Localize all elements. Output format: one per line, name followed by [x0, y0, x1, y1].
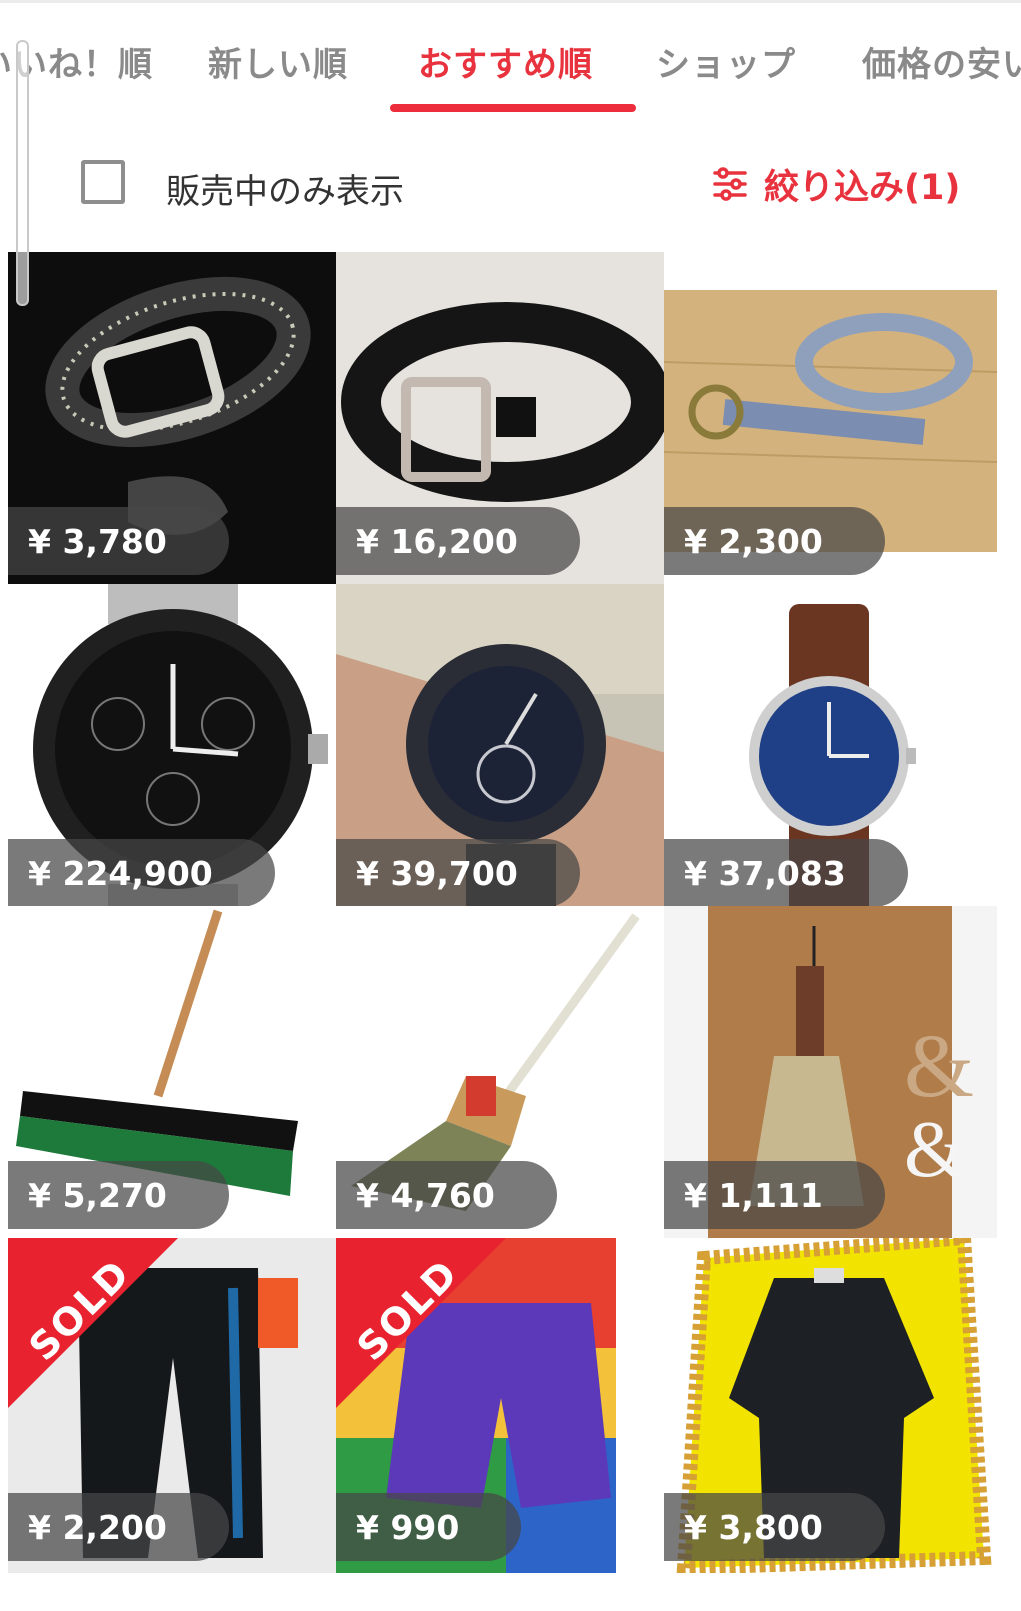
product-grid: ¥ 3,780 ¥ 16,200 ¥ 2,300 ¥ 224,900 ¥ 39,… — [8, 252, 1021, 1611]
price-tag: ¥ 1,111 — [664, 1161, 885, 1229]
sold-ribbon: SOLD — [336, 1238, 506, 1408]
price-tag: ¥ 4,760 — [336, 1161, 557, 1229]
product-card[interactable]: ¥ 224,900 — [8, 584, 341, 919]
tab-recommended[interactable]: おすすめ順 — [418, 37, 593, 85]
product-card[interactable]: SOLD ¥ 990 — [336, 1238, 669, 1573]
product-card[interactable]: SOLD ¥ 2,200 — [8, 1238, 341, 1573]
price-tag: ¥ 3,800 — [664, 1493, 885, 1561]
price-tag: ¥ 2,300 — [664, 507, 885, 575]
refine-label: 絞り込み(1) — [764, 167, 961, 208]
product-card[interactable]: ¥ 16,200 — [336, 252, 669, 587]
product-card[interactable]: ¥ 39,700 — [336, 584, 669, 919]
product-card[interactable]: ¥ 37,083 — [664, 584, 997, 919]
product-card[interactable]: ¥ 5,270 — [8, 906, 341, 1241]
refine-button[interactable]: 絞り込み(1) — [712, 162, 960, 208]
filter-bar: 販売中のみ表示 絞り込み(1) — [0, 114, 1021, 250]
svg-text:&: & — [904, 1017, 974, 1116]
sold-ribbon: SOLD — [8, 1238, 178, 1408]
scrollbar-thumb[interactable] — [16, 40, 29, 306]
price-tag: ¥ 224,900 — [8, 839, 275, 907]
product-card[interactable]: ¥ 3,780 — [8, 252, 341, 587]
price-tag: ¥ 37,083 — [664, 839, 908, 907]
svg-text:&: & — [904, 1106, 966, 1194]
tab-newest[interactable]: 新しい順 — [208, 37, 348, 85]
tab-price-low[interactable]: 価格の安い順 — [862, 37, 1021, 85]
price-tag: ¥ 3,780 — [8, 507, 229, 575]
sort-tab-bar: いいね！順 新しい順 おすすめ順 ショップ 価格の安い順 — [0, 0, 1021, 117]
product-card[interactable]: ¥ 3,800 — [664, 1238, 997, 1573]
sliders-icon — [713, 167, 747, 201]
price-tag: ¥ 2,200 — [8, 1493, 229, 1561]
product-card[interactable]: ¥ 4,760 — [336, 906, 669, 1241]
price-tag: ¥ 16,200 — [336, 507, 580, 575]
product-card[interactable]: ¥ 2,300 — [664, 252, 997, 587]
on-sale-only-checkbox[interactable] — [81, 160, 125, 204]
active-tab-indicator — [390, 104, 636, 112]
on-sale-only-label: 販売中のみ表示 — [166, 172, 404, 212]
product-card[interactable]: & & ¥ 1,111 — [664, 906, 997, 1241]
price-tag: ¥ 990 — [336, 1493, 522, 1561]
tab-shop[interactable]: ショップ — [656, 37, 796, 85]
price-tag: ¥ 5,270 — [8, 1161, 229, 1229]
price-tag: ¥ 39,700 — [336, 839, 580, 907]
